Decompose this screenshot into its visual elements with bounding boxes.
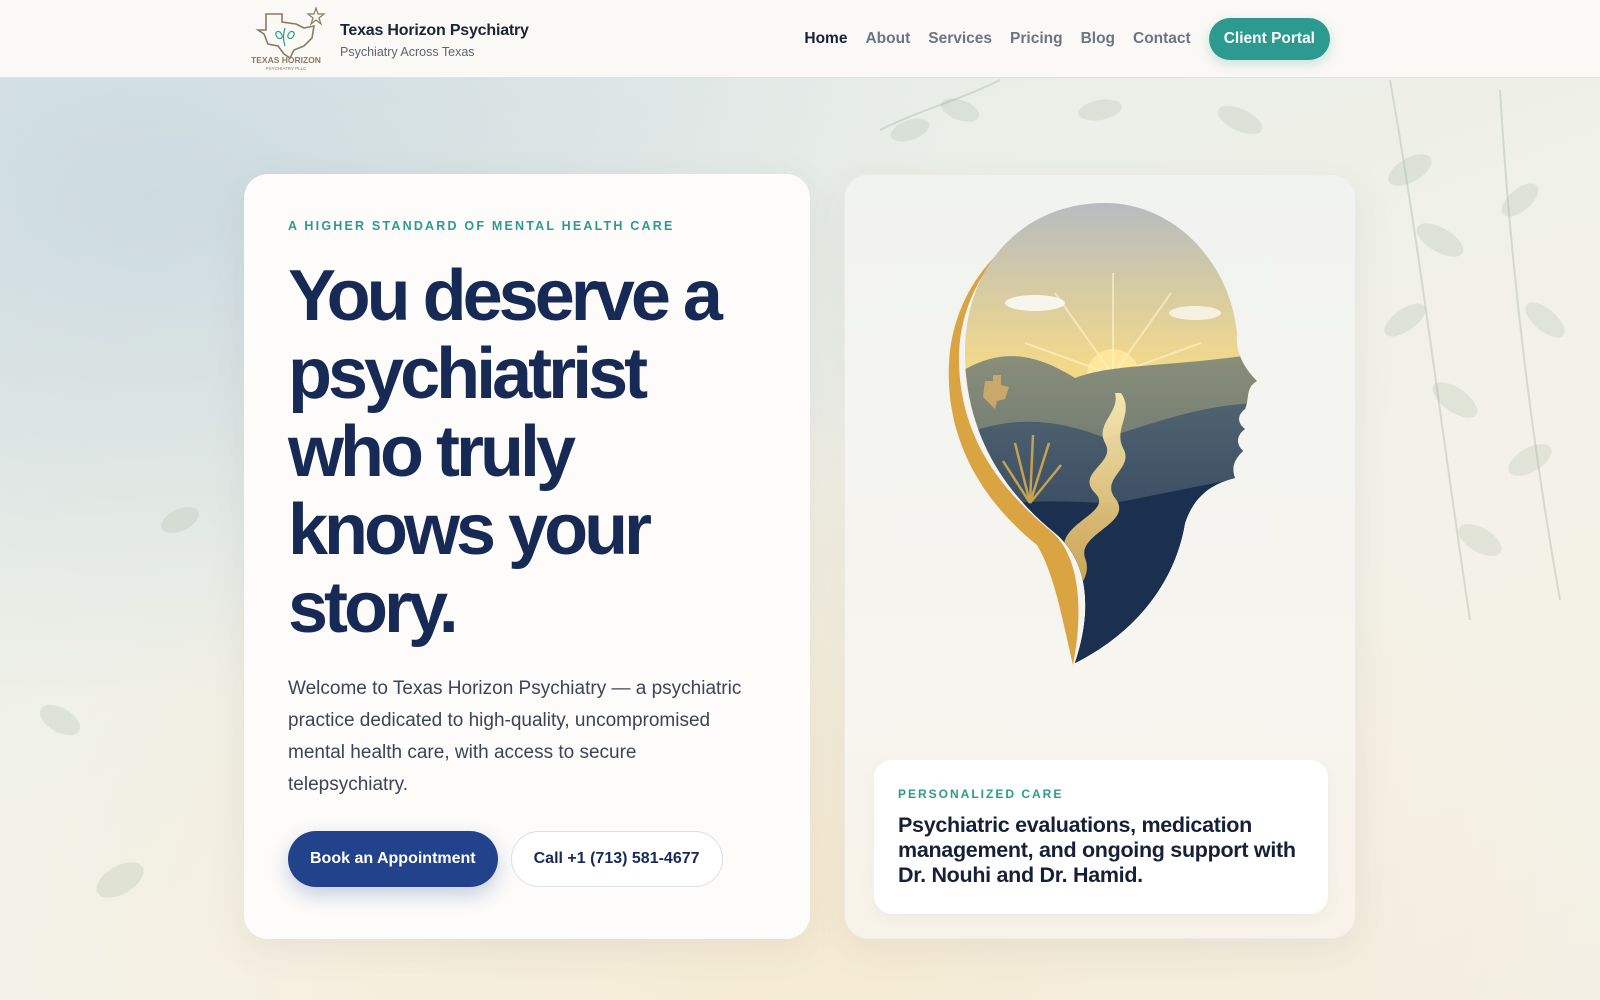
nav-blog[interactable]: Blog: [1081, 30, 1115, 48]
care-eyebrow: PERSONALIZED CARE: [898, 787, 1064, 801]
hero-intro: Welcome to Texas Horizon Psychiatry — a …: [288, 678, 742, 795]
site-header: TEXAS HORIZON PSYCHIATRY PLLC Texas Hori…: [0, 0, 1600, 78]
texas-star-logo-icon: TEXAS HORIZON PSYCHIATRY PLLC: [251, 6, 326, 71]
client-portal-button[interactable]: Client Portal: [1208, 18, 1330, 60]
main-nav: Home About Services Pricing Blog Contact…: [804, 18, 1330, 60]
brand-tagline: Psychiatry Across Texas: [340, 44, 475, 59]
brand-name: Texas Horizon Psychiatry: [340, 21, 529, 39]
head-silhouette-sunrise-illustration: [948, 203, 1257, 665]
nav-pricing[interactable]: Pricing: [1010, 30, 1063, 48]
hero-card: A HIGHER STANDARD OF MENTAL HEALTH CARE …: [244, 174, 810, 939]
brand[interactable]: TEXAS HORIZON PSYCHIATRY PLLC Texas Hori…: [244, 6, 529, 72]
hero-headline: You deserve a psychiatrist who truly kno…: [288, 256, 723, 648]
nav-about[interactable]: About: [865, 30, 910, 48]
book-appointment-button[interactable]: Book an Appointment: [288, 831, 498, 887]
hero-eyebrow: A HIGHER STANDARD OF MENTAL HEALTH CARE: [288, 219, 675, 233]
care-description: Psychiatric evaluations, medication mana…: [898, 813, 1296, 887]
call-phone-button[interactable]: Call +1 (713) 581-4677: [510, 831, 723, 887]
logo-subtext: PSYCHIATRY PLLC: [266, 66, 308, 71]
cta-row: Book an Appointment Call +1 (713) 581-46…: [288, 831, 766, 887]
nav-contact[interactable]: Contact: [1133, 30, 1191, 48]
nav-services[interactable]: Services: [928, 30, 992, 48]
nav-home[interactable]: Home: [804, 30, 847, 48]
logo-text: TEXAS HORIZON: [251, 55, 321, 65]
personalized-care-box: PERSONALIZED CARE Psychiatric evaluation…: [874, 760, 1328, 914]
feature-card: PERSONALIZED CARE Psychiatric evaluation…: [844, 174, 1356, 939]
